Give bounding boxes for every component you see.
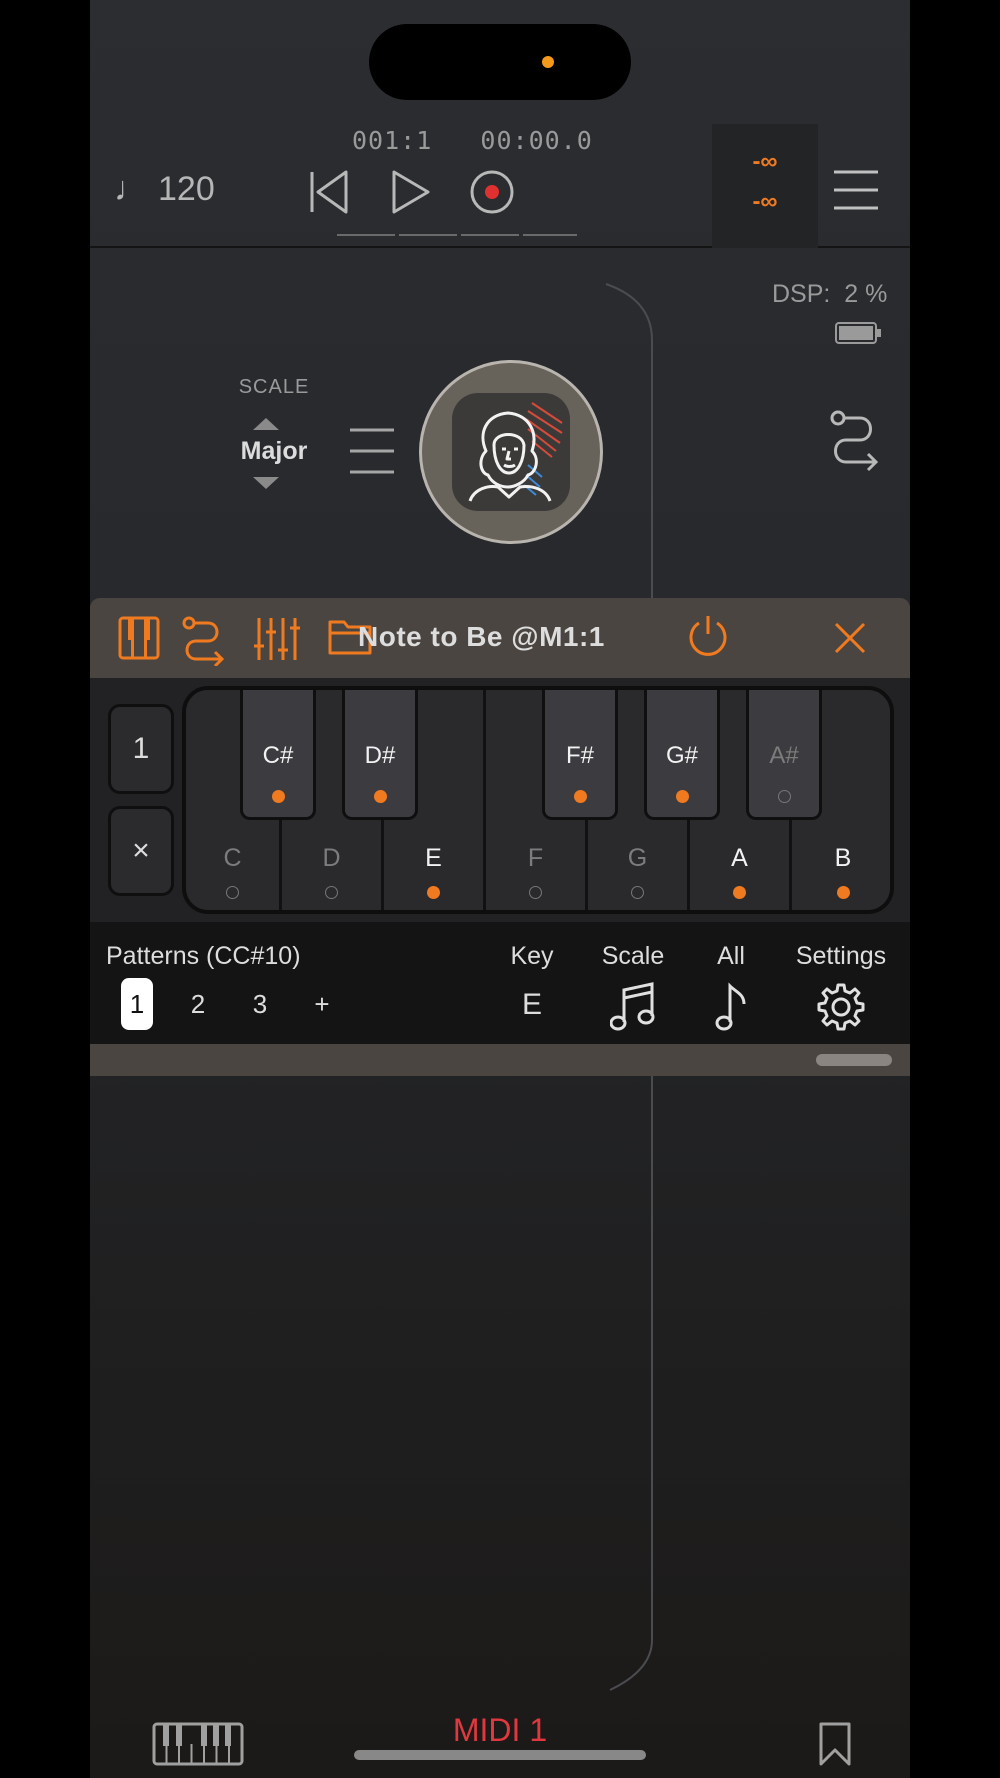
key-state-dot [373,790,387,803]
key-state-dot [226,886,239,899]
key-state-dot [675,790,689,803]
black-key-f-sharp[interactable]: F# [542,690,618,820]
key-label: C [223,844,242,872]
resize-handle[interactable] [816,1054,892,1066]
key-state-dot [325,886,338,899]
black-key-d-sharp[interactable]: D# [342,690,418,820]
plugin-title: Note to Be @M1:1 [358,621,605,652]
pattern-3-button[interactable]: 3 [244,978,276,1030]
key-state-dot [529,886,542,899]
key-state-dot [271,790,285,803]
key-label: F# [565,742,594,769]
key-state-dot [777,790,791,803]
rack-list-icon[interactable] [348,426,396,476]
black-key-a-sharp[interactable]: A# [746,690,822,820]
power-icon[interactable] [686,614,730,658]
close-icon[interactable] [834,622,866,654]
patterns-label: Patterns (CC#10) [106,942,301,970]
scale-up-arrow-icon[interactable] [253,418,279,430]
midi-routing-icon[interactable] [830,410,880,472]
key-value-button[interactable]: E [512,988,552,1022]
pattern-1-button[interactable]: 1 [121,978,153,1030]
key-state-dot [631,886,644,899]
key-state-dot [733,886,746,899]
key-label: D [322,844,341,872]
scale-notes-icon[interactable] [610,982,656,1032]
key-label: E [425,844,442,872]
mixer-icon[interactable] [254,616,300,662]
gear-icon[interactable] [816,982,866,1032]
pattern-2-button[interactable]: 2 [182,978,214,1030]
pattern-index-button[interactable]: 1 [108,704,174,794]
scale-label: SCALE [238,376,310,398]
plugin-header: Note to Be @M1:1 [90,598,910,678]
settings-label: Settings [795,942,887,970]
key-state-dot [573,790,587,803]
single-note-icon[interactable] [714,982,748,1032]
key-label: G# [665,742,698,769]
key-label: Key [510,942,554,970]
scale-value[interactable]: Major [222,437,326,466]
composer-portrait-icon [452,393,570,511]
key-label: A [731,844,748,872]
all-label: All [717,942,745,970]
scale-control-label: Scale [601,942,665,970]
clear-notes-button[interactable]: × [108,806,174,896]
keyboard-icon[interactable] [118,616,160,660]
key-label: A# [769,742,799,769]
note-selector-panel: 1 × C D E F G A B C# D# F# G# A# [90,678,910,922]
black-key-c-sharp[interactable]: C# [240,690,316,820]
battery-icon [835,322,881,344]
key-state-dot [427,886,440,899]
key-label: D# [364,742,396,769]
key-label: B [834,844,852,872]
key-label: C# [262,742,294,769]
key-state-dot [836,886,850,899]
plugin-footer [90,1044,910,1076]
add-pattern-button[interactable]: + [306,978,338,1030]
key-label: G [627,844,648,872]
track-name[interactable]: MIDI 1 [400,1712,600,1749]
bookmark-icon[interactable] [818,1722,852,1766]
plugin-slot-button[interactable] [419,360,603,544]
routing-icon[interactable] [182,616,226,666]
scale-down-arrow-icon[interactable] [253,477,279,489]
piano-keys-icon[interactable] [152,1722,244,1766]
app-screen: ♩ 120 001:1 00:00.0 -∞ -∞ DSP: 2 % SCALE… [90,0,910,1778]
home-indicator[interactable] [354,1750,646,1760]
key-label: F [527,844,544,872]
dsp-load: DSP: 2 % [772,280,888,308]
piano-keyboard: C D E F G A B C# D# F# G# A# [182,686,894,914]
black-key-g-sharp[interactable]: G# [644,690,720,820]
pattern-controls: Patterns (CC#10) 1 2 3 + Key E Scale All… [90,922,910,1044]
